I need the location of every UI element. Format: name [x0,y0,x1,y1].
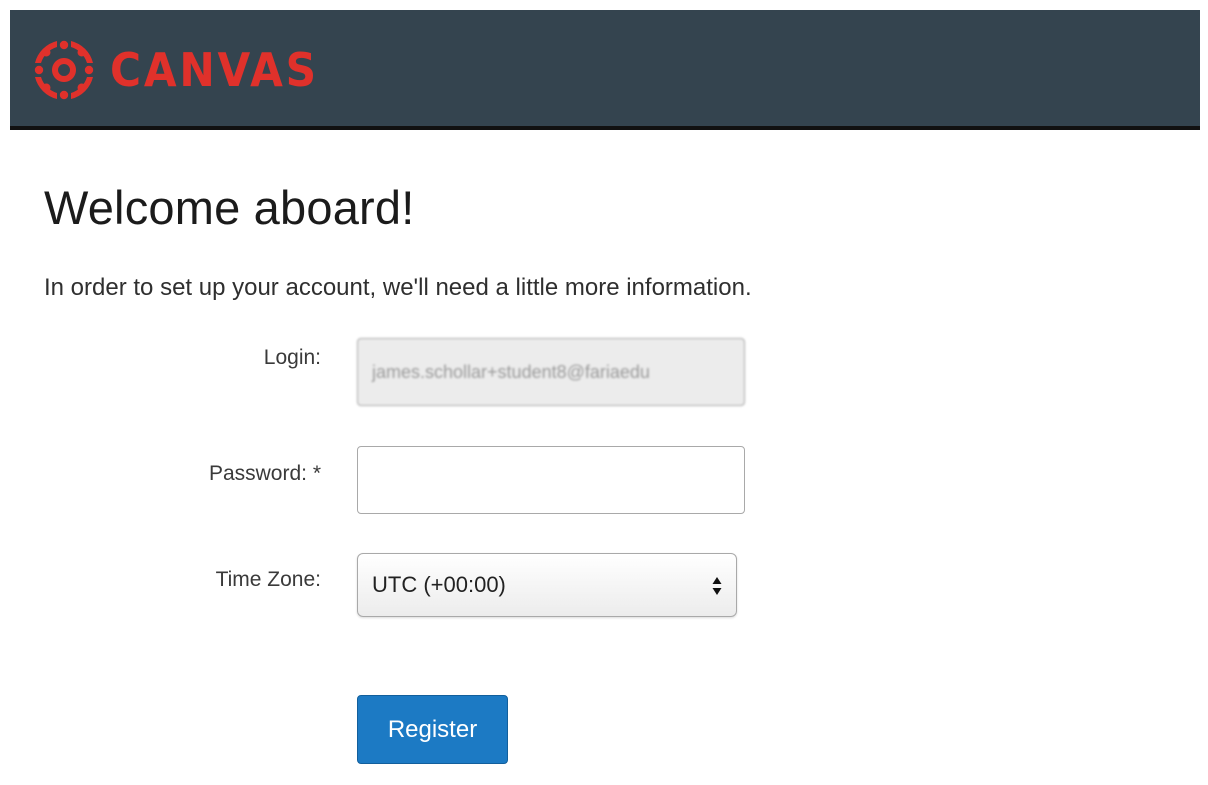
register-button[interactable]: Register [357,695,508,764]
top-header-bar: CANVAS [10,10,1200,130]
page-subtitle: In order to set up your account, we'll n… [44,274,752,301]
login-field[interactable]: james.schollar+student8@fariaedu [357,338,745,406]
password-label: Password: * [208,462,321,485]
canvas-logo[interactable]: CANVAS [32,38,337,102]
select-arrows-icon [712,577,722,595]
brand-text: CANVAS [110,43,319,97]
timezone-label: Time Zone: [215,568,321,591]
timezone-selected-value: UTC (+00:00) [372,572,506,597]
login-label: Login: [263,346,321,369]
page-title: Welcome aboard! [44,181,415,234]
canvas-logo-icon [34,40,94,100]
password-field[interactable] [357,446,745,514]
timezone-select[interactable]: UTC (+00:00) [357,553,737,617]
